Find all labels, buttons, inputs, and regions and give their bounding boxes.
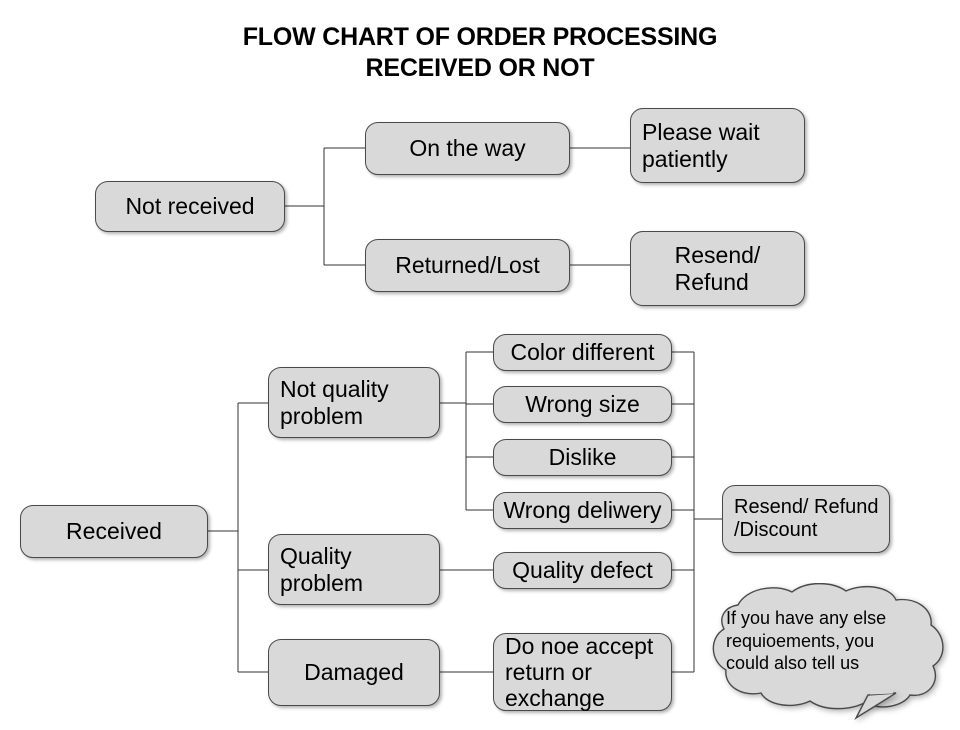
node-resend-refund[interactable]: Resend/ Refund [630, 231, 805, 306]
node-wrong-size[interactable]: Wrong size [493, 386, 672, 423]
node-quality-defect[interactable]: Quality defect [493, 552, 672, 589]
callout-bubble[interactable]: If you have any else requioements, you c… [700, 583, 950, 730]
flowchart-canvas: FLOW CHART OF ORDER PROCESSING RECEIVED … [0, 0, 960, 730]
node-damaged[interactable]: Damaged [268, 639, 440, 706]
node-returned-lost[interactable]: Returned/Lost [365, 239, 570, 292]
node-not-quality-problem[interactable]: Not quality problem [268, 367, 440, 438]
node-not-received[interactable]: Not received [95, 181, 285, 232]
node-do-noe-accept-return-or-exchange[interactable]: Do noe accept return or exchange [493, 633, 672, 711]
node-received[interactable]: Received [20, 505, 208, 558]
node-quality-problem[interactable]: Quality problem [268, 534, 440, 605]
node-wrong-deliwery[interactable]: Wrong deliwery [493, 492, 672, 529]
node-on-the-way[interactable]: On the way [365, 122, 570, 175]
node-resend-refund-discount[interactable]: Resend/ Refund /Discount [722, 485, 890, 553]
node-please-wait-patiently[interactable]: Please wait patiently [630, 108, 805, 183]
node-dislike[interactable]: Dislike [493, 439, 672, 476]
node-color-different[interactable]: Color different [493, 334, 672, 371]
callout-text: If you have any else requioements, you c… [726, 608, 887, 673]
page-title: FLOW CHART OF ORDER PROCESSING RECEIVED … [242, 23, 718, 82]
